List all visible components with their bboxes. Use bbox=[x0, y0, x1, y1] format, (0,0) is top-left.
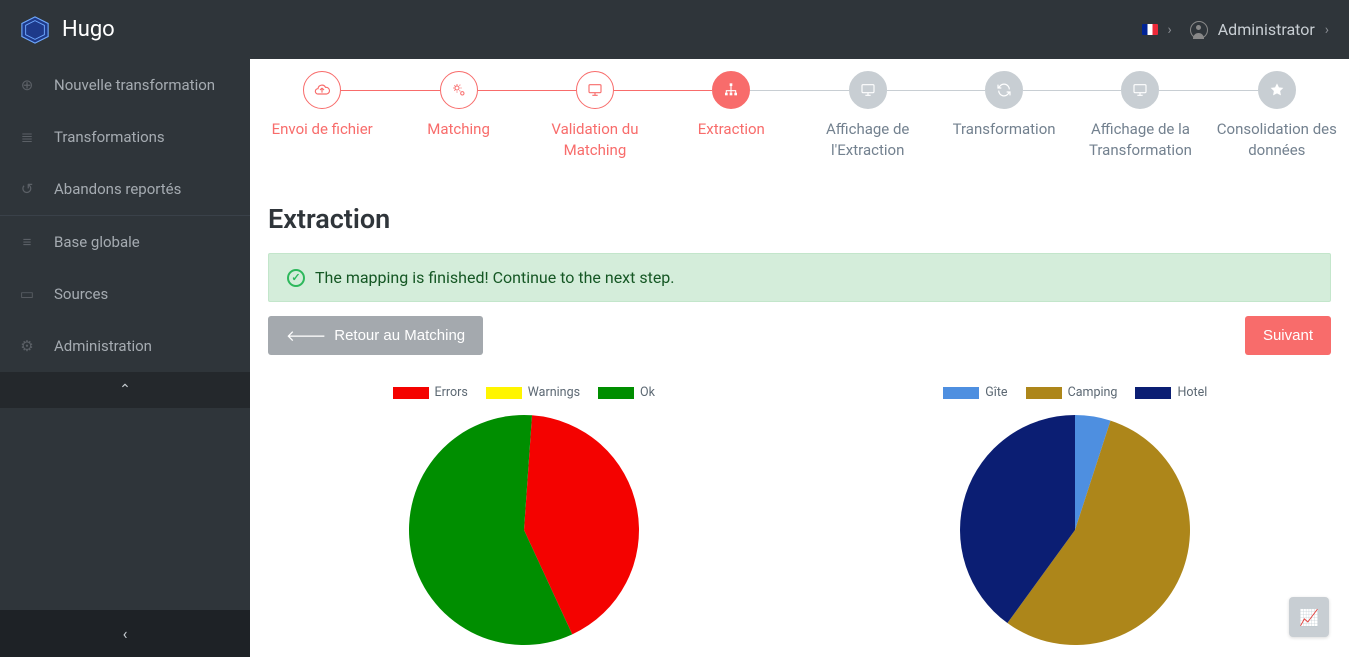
legend-swatch bbox=[598, 387, 634, 399]
pie-chart bbox=[955, 410, 1195, 650]
brand-block[interactable]: Hugo bbox=[20, 15, 115, 45]
legend-item-hotel[interactable]: Hotel bbox=[1135, 385, 1207, 400]
cogs-icon bbox=[440, 71, 478, 109]
step-label: Affichage de la Transformation bbox=[1072, 119, 1208, 161]
back-button-label: Retour au Matching bbox=[334, 327, 465, 344]
scroll-to-top-button[interactable]: 📈 bbox=[1289, 597, 1329, 637]
legend-label: Ok bbox=[640, 385, 655, 400]
legend-label: Errors bbox=[435, 385, 468, 400]
user-label: Administrator bbox=[1218, 20, 1315, 39]
user-icon bbox=[1190, 21, 1208, 39]
sidebar-item-label: Sources bbox=[54, 285, 108, 303]
sidebar-item-label: Administration bbox=[54, 337, 152, 355]
sidebar-item-administration[interactable]: ⚙ Administration bbox=[0, 320, 250, 372]
chevron-right-icon: › bbox=[1325, 22, 1329, 38]
sidebar-item-transformations[interactable]: ≣ Transformations bbox=[0, 111, 250, 163]
sitemap-icon bbox=[712, 71, 750, 109]
sidebar: ⊕ Nouvelle transformation ≣ Transformati… bbox=[0, 59, 250, 657]
sidebar-item-nouvelle-transformation[interactable]: ⊕ Nouvelle transformation bbox=[0, 59, 250, 111]
legend-label: Gîte bbox=[985, 385, 1007, 400]
cloud-upload-icon bbox=[303, 71, 341, 109]
id-card-icon: ▭ bbox=[18, 285, 36, 303]
sidebar-item-label: Abandons reportés bbox=[54, 180, 181, 198]
legend-label: Warnings bbox=[528, 385, 580, 400]
monitor-icon bbox=[1121, 71, 1159, 109]
legend-swatch bbox=[1026, 387, 1062, 399]
chevron-up-icon: ⌃ bbox=[119, 382, 131, 398]
step-consolidation-des-donn-es[interactable]: Consolidation des données bbox=[1209, 71, 1345, 161]
gear-icon: ⚙ bbox=[18, 337, 36, 355]
legend-swatch bbox=[486, 387, 522, 399]
step-label: Envoi de fichier bbox=[254, 119, 390, 140]
page-title: Extraction bbox=[268, 203, 1331, 235]
chevron-left-icon: ‹ bbox=[123, 624, 128, 643]
next-button-label: Suivant bbox=[1263, 327, 1313, 344]
chart-legend: Gîte Camping Hotel bbox=[820, 385, 1332, 400]
legend-item-camping[interactable]: Camping bbox=[1026, 385, 1118, 400]
monitor-icon bbox=[849, 71, 887, 109]
step-label: Extraction bbox=[663, 119, 799, 140]
legend-swatch bbox=[1135, 387, 1171, 399]
sidebar-item-base-globale[interactable]: ≡ Base globale bbox=[0, 216, 250, 268]
step-affichage-de-l-extraction[interactable]: Affichage de l'Extraction bbox=[800, 71, 936, 161]
list-icon: ≣ bbox=[18, 128, 36, 146]
plus-circle-icon: ⊕ bbox=[18, 76, 36, 94]
sidebar-item-label: Nouvelle transformation bbox=[54, 76, 215, 94]
step-validation-du-matching[interactable]: Validation du Matching bbox=[527, 71, 663, 161]
app-logo-icon bbox=[20, 15, 50, 45]
charts-row: Errors Warnings Ok Gîte Camping Hotel bbox=[268, 385, 1331, 650]
step-label: Validation du Matching bbox=[527, 119, 663, 161]
step-label: Matching bbox=[390, 119, 526, 140]
success-alert: ✓ The mapping is finished! Continue to t… bbox=[268, 253, 1331, 302]
chart-legend: Errors Warnings Ok bbox=[268, 385, 780, 400]
arrow-left-icon: 🡐 bbox=[286, 326, 326, 345]
step-label: Transformation bbox=[936, 119, 1072, 140]
refresh-icon bbox=[985, 71, 1023, 109]
check-circle-icon: ✓ bbox=[287, 269, 305, 287]
language-switcher[interactable]: › bbox=[1142, 22, 1172, 38]
step-affichage-de-la-transformation[interactable]: Affichage de la Transformation bbox=[1072, 71, 1208, 161]
sidebar-item-label: Base globale bbox=[54, 233, 140, 251]
step-label: Consolidation des données bbox=[1209, 119, 1345, 161]
step-envoi-de-fichier[interactable]: Envoi de fichier bbox=[254, 71, 390, 161]
wizard-stepper: Envoi de fichier Matching Validation du … bbox=[250, 59, 1349, 169]
step-matching[interactable]: Matching bbox=[390, 71, 526, 161]
step-transformation[interactable]: Transformation bbox=[936, 71, 1072, 161]
legend-label: Camping bbox=[1068, 385, 1118, 400]
sidebar-item-sources[interactable]: ▭ Sources bbox=[0, 268, 250, 320]
user-menu[interactable]: Administrator › bbox=[1190, 20, 1329, 39]
sidebar-collapse-left[interactable]: ‹ bbox=[0, 610, 250, 657]
app-header: Hugo › Administrator › bbox=[0, 0, 1349, 59]
star-icon bbox=[1258, 71, 1296, 109]
brand-name: Hugo bbox=[62, 17, 115, 42]
legend-swatch bbox=[943, 387, 979, 399]
legend-item-warnings[interactable]: Warnings bbox=[486, 385, 580, 400]
alert-text: The mapping is finished! Continue to the… bbox=[315, 268, 675, 287]
legend-item-gîte[interactable]: Gîte bbox=[943, 385, 1007, 400]
pie-chart bbox=[404, 410, 644, 650]
flag-icon bbox=[1142, 24, 1158, 35]
step-label: Affichage de l'Extraction bbox=[800, 119, 936, 161]
chevron-right-icon: › bbox=[1168, 22, 1172, 38]
next-button[interactable]: Suivant bbox=[1245, 316, 1331, 355]
chart-1: Gîte Camping Hotel bbox=[820, 385, 1332, 650]
monitor-icon bbox=[576, 71, 614, 109]
back-button[interactable]: 🡐 Retour au Matching bbox=[268, 316, 483, 355]
main-content: Envoi de fichier Matching Validation du … bbox=[250, 59, 1349, 657]
database-icon: ≡ bbox=[18, 233, 36, 251]
sidebar-item-abandons-reportés[interactable]: ↺ Abandons reportés bbox=[0, 163, 250, 215]
sidebar-item-label: Transformations bbox=[54, 128, 165, 146]
chart-line-icon: 📈 bbox=[1299, 608, 1319, 627]
chart-0: Errors Warnings Ok bbox=[268, 385, 780, 650]
legend-item-ok[interactable]: Ok bbox=[598, 385, 655, 400]
legend-item-errors[interactable]: Errors bbox=[393, 385, 468, 400]
history-icon: ↺ bbox=[18, 180, 36, 198]
legend-swatch bbox=[393, 387, 429, 399]
legend-label: Hotel bbox=[1177, 385, 1207, 400]
step-extraction[interactable]: Extraction bbox=[663, 71, 799, 161]
sidebar-collapse-up[interactable]: ⌃ bbox=[0, 372, 250, 408]
